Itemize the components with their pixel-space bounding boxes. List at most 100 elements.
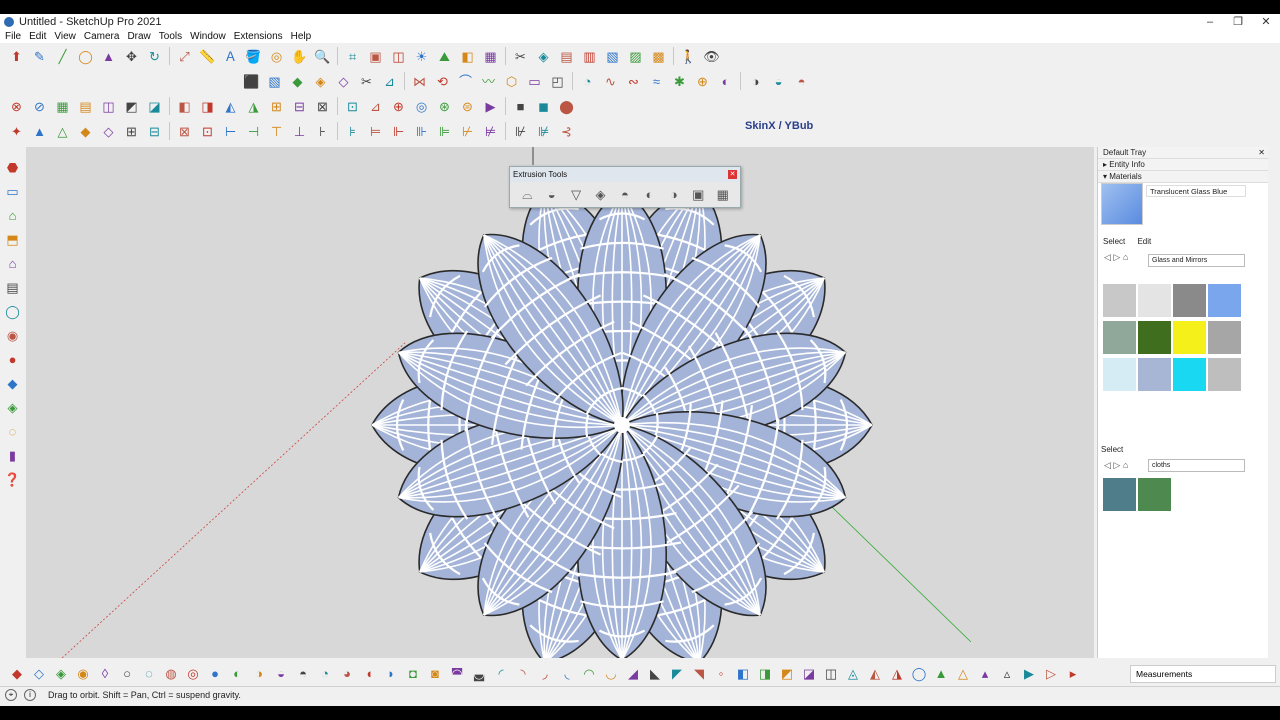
axes-icon[interactable]: ⊕ [389,96,409,116]
view-back-icon[interactable]: ▨ [626,46,646,66]
export-icon[interactable]: ⬤ [557,96,577,116]
bottom-tool-31-icon[interactable]: ◤ [667,663,687,683]
bottom-tool-10-icon[interactable]: ● [205,663,225,683]
left-tool-4-icon[interactable]: ⬒ [3,229,23,249]
bottom-tool-1-icon[interactable]: ◆ [7,663,27,683]
smooth-icon[interactable]: ◒ [769,71,789,91]
view-right-icon[interactable]: ▧ [603,46,623,66]
grid-icon[interactable]: ⊠ [175,121,195,141]
material-library-dropdown[interactable]: Glass and Mirrors [1148,254,1245,267]
curve-icon[interactable]: ∿ [601,71,621,91]
bottom-tool-20-icon[interactable]: ◙ [425,663,445,683]
left-tool-1-icon[interactable]: ⬣ [3,157,23,177]
tray-close-icon[interactable]: ✕ [1258,147,1265,159]
material-swatch[interactable] [1208,321,1241,354]
solid-tools-icon[interactable]: ▦ [481,46,501,66]
bottom-tool-21-icon[interactable]: ◚ [447,663,467,683]
bezier-spline-icon[interactable]: ⊢ [221,121,241,141]
left-tool-10-icon[interactable]: ◆ [3,373,23,393]
bottom-tool-22-icon[interactable]: ◛ [469,663,489,683]
union-icon[interactable]: ◇ [334,71,354,91]
fillet-icon[interactable]: ◩ [122,96,142,116]
quad-icon[interactable]: ▤ [76,96,96,116]
bottom-tool-14-icon[interactable]: ◓ [293,663,313,683]
move-icon[interactable]: ✥ [122,46,142,66]
mirror-icon[interactable]: ◭ [221,96,241,116]
bottom-tool-4-icon[interactable]: ◉ [73,663,93,683]
bottom-tool-2-icon[interactable]: ◇ [29,663,49,683]
bottom-tool-8-icon[interactable]: ◍ [161,663,181,683]
bottom-tool-27-icon[interactable]: ◠ [579,663,599,683]
follow-me-icon[interactable]: ⬛ [242,71,262,91]
menu-extensions[interactable]: Extensions [232,31,289,42]
left-tool-2-icon[interactable]: ▭ [3,181,23,201]
orbit-icon[interactable]: ◎ [267,46,287,66]
skinx-ybub-label[interactable]: SkinX / YBub [745,120,813,132]
curviloft-icon[interactable]: ⊡ [198,121,218,141]
bottom-tool-11-icon[interactable]: ◐ [227,663,247,683]
component-icon[interactable]: ▣ [366,46,386,66]
helix-icon[interactable]: ⊪ [412,121,432,141]
extrusion-tools-title[interactable]: Extrusion Tools ✕ [510,167,740,182]
bottom-tool-17-icon[interactable]: ◖ [359,663,379,683]
extrusion-tool-5-icon[interactable]: ◓ [615,184,634,204]
bottom-tool-29-icon[interactable]: ◢ [623,663,643,683]
tag-icon[interactable]: ⊠ [313,96,333,116]
ellipse-icon[interactable]: ⊧ [343,121,363,141]
ruby-console-icon[interactable]: ⊜ [458,96,478,116]
left-tool-11-icon[interactable]: ◈ [3,397,23,417]
bottom-tool-46-icon[interactable]: ▵ [997,663,1017,683]
menu-help[interactable]: Help [289,31,318,42]
bottom-tool-33-icon[interactable]: ◦ [711,663,731,683]
extrusion-tool-2-icon[interactable]: ◒ [542,184,561,204]
scale-icon[interactable]: ⤢ [175,46,195,66]
intersect-icon[interactable]: ◆ [288,71,308,91]
edge-select-icon[interactable]: △ [53,121,73,141]
menu-file[interactable]: File [3,31,27,42]
back-forward-icon[interactable]: ◁ ▷ ⌂ [1104,252,1128,263]
menu-view[interactable]: View [52,31,82,42]
trim-icon[interactable]: ⊿ [380,71,400,91]
bottom-tool-38-icon[interactable]: ◫ [821,663,841,683]
bottom-tool-25-icon[interactable]: ◞ [535,663,555,683]
sketch-icon[interactable]: ⊬ [458,121,478,141]
bottom-tool-7-icon[interactable]: ◌ [139,663,159,683]
material-swatch[interactable] [1173,358,1206,391]
protractor-icon[interactable]: ⊿ [366,96,386,116]
material-swatch[interactable] [1103,358,1136,391]
distribute-icon[interactable]: ◨ [198,96,218,116]
close-button[interactable]: ✕ [1252,14,1280,30]
bottom-tool-34-icon[interactable]: ◧ [733,663,753,683]
bottom-tool-39-icon[interactable]: ◬ [843,663,863,683]
weld-icon[interactable]: ⊕ [693,71,713,91]
view-left-icon[interactable]: ▩ [649,46,669,66]
left-tool-12-icon[interactable]: ◌ [3,421,23,441]
walk-icon[interactable]: 🚶 [679,46,699,66]
pie-icon[interactable]: ◔ [578,71,598,91]
cut-icon[interactable]: ⊮ [511,121,531,141]
bottom-tool-48-icon[interactable]: ▷ [1041,663,1061,683]
tab-edit[interactable]: Edit [1137,237,1151,246]
polyline-icon[interactable]: ⊤ [267,121,287,141]
extend-icon[interactable]: ⊯ [534,121,554,141]
face-select-icon[interactable]: ▲ [30,121,50,141]
bottom-tool-18-icon[interactable]: ◗ [381,663,401,683]
bottom-tool-49-icon[interactable]: ▸ [1063,663,1083,683]
polygon-icon[interactable]: ⬡ [502,71,522,91]
left-tool-7-icon[interactable]: ◯ [3,301,23,321]
pan-icon[interactable]: ✋ [290,46,310,66]
bottom-tool-5-icon[interactable]: ◊ [95,663,115,683]
round-corner-icon[interactable]: ◫ [99,96,119,116]
rotate-icon[interactable]: ↻ [145,46,165,66]
paint-bucket-icon[interactable]: 🪣 [244,46,264,66]
entity-info-panel-header[interactable]: ▸ Entity Info [1098,159,1268,171]
select-icon[interactable]: ⬆ [7,46,27,66]
scene-icon[interactable]: ▶ [481,96,501,116]
material-swatch[interactable] [1138,321,1171,354]
left-tool-13-icon[interactable]: ▮ [3,445,23,465]
circle-icon[interactable]: ⊦ [313,121,333,141]
extrusion-tool-9-icon[interactable]: ▦ [713,184,732,204]
minimize-button[interactable]: – [1196,14,1224,30]
measurements-box[interactable]: Measurements [1130,665,1276,683]
left-tool-14-icon[interactable]: ❓ [3,469,23,489]
